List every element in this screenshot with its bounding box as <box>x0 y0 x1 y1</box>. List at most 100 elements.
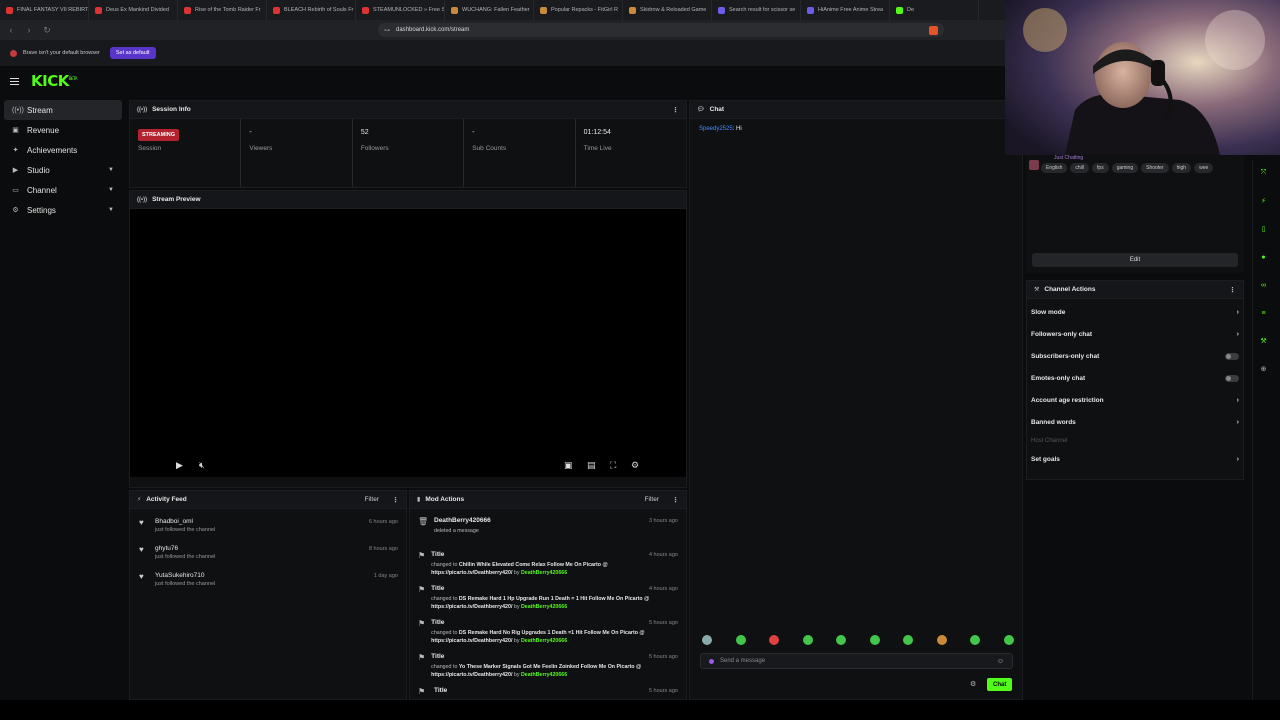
sidebar-item-revenue[interactable]: ▣ Revenue <box>4 120 122 140</box>
toggle-switch[interactable] <box>1225 374 1239 382</box>
chat-username[interactable]: Speedy2525 <box>699 126 733 132</box>
picarto-link[interactable]: https://picarto.tv/Deathberry420/ <box>431 638 512 644</box>
hamburger-menu-icon[interactable] <box>10 77 19 85</box>
sidebar-item-settings[interactable]: ⚙ Settings ▼ <box>4 200 122 220</box>
stream-tag[interactable]: Shooter <box>1141 163 1169 173</box>
browser-tab[interactable]: FINAL FANTASY VII REBIRT <box>0 0 89 20</box>
channel-action-slow-mode[interactable]: Slow mode › <box>1027 301 1243 323</box>
mic-icon[interactable] <box>709 658 714 664</box>
more-options-icon[interactable]: ⋮ <box>672 106 679 114</box>
chevron-right-icon[interactable]: › <box>1237 419 1239 426</box>
reload-icon[interactable]: ↻ <box>40 23 54 37</box>
forward-icon[interactable]: › <box>22 23 36 37</box>
stream-tag[interactable]: chill <box>1070 163 1090 173</box>
channel-action-host-channel[interactable]: Host Channel <box>1027 433 1243 448</box>
chevron-down-icon[interactable]: ▼ <box>108 167 114 173</box>
moderator-name[interactable]: DeathBerry420666 <box>521 672 567 678</box>
expand-icon[interactable]: ⤧ <box>1257 166 1271 180</box>
more-options-icon[interactable]: ⋮ <box>672 496 679 504</box>
browser-tab[interactable]: Deus Ex Mankind Divided <box>89 0 178 20</box>
browser-tab[interactable]: BLEACH Rebirth of Souls Fr <box>267 0 356 20</box>
moderator-name[interactable]: DeathBerry420666 <box>521 638 567 644</box>
set-default-button[interactable]: Set as default <box>109 47 156 59</box>
video-player[interactable]: ▶ 🔇︎ ▣ ▤ ⛶ ⚙ <box>130 209 686 477</box>
list-icon[interactable]: ≡ <box>1257 306 1271 320</box>
back-icon[interactable]: ‹ <box>4 23 18 37</box>
channel-action-set-goals[interactable]: Set goals › <box>1027 448 1243 470</box>
browser-tab[interactable]: Skidrow & Reloaded Game <box>623 0 712 20</box>
activity-filter-button[interactable]: Filter <box>365 496 379 503</box>
chat-input[interactable]: Send a message ☺ <box>700 653 1013 669</box>
emote-icon[interactable] <box>970 635 981 645</box>
stream-tag[interactable]: high <box>1171 163 1192 173</box>
edit-stream-info-button[interactable]: Edit <box>1032 253 1238 267</box>
more-options-icon[interactable]: ⋮ <box>1229 286 1236 294</box>
settings-gear-icon[interactable]: ⚙ <box>631 460 639 471</box>
chevron-right-icon[interactable]: › <box>1237 331 1239 338</box>
channel-action-banned-words[interactable]: Banned words › <box>1027 411 1243 433</box>
emote-icon[interactable] <box>769 635 780 645</box>
emote-icon[interactable] <box>802 635 813 645</box>
moderator-name[interactable]: DeathBerry420666 <box>521 570 567 576</box>
sidebar-item-achievements[interactable]: ✦ Achievements <box>4 140 122 160</box>
play-icon[interactable]: ▶ <box>176 460 183 471</box>
theater-mode-icon[interactable]: ▤ <box>587 460 596 471</box>
emote-icon[interactable] <box>735 635 746 645</box>
toggle-switch[interactable] <box>1225 352 1239 360</box>
stream-tag[interactable]: English <box>1041 163 1068 173</box>
kick-logo[interactable]: KICKBETA <box>31 72 77 90</box>
emote-icon[interactable] <box>702 635 712 645</box>
chat-settings-icon[interactable]: ⚙ <box>970 680 976 688</box>
mute-icon[interactable]: 🔇︎ <box>199 460 205 471</box>
stream-tag[interactable]: wee <box>1194 163 1214 173</box>
emoji-icon[interactable]: ☺ <box>997 658 1004 665</box>
picarto-link[interactable]: https://picarto.tv/Deathberry420/ <box>431 570 512 576</box>
browser-tab[interactable]: Rise of the Tomb Raider Fr <box>178 0 267 20</box>
browser-tab[interactable]: Search result for scissor se <box>712 0 801 20</box>
stream-tag[interactable]: gaming <box>1111 163 1139 173</box>
browser-tab[interactable]: WUCHANG: Fallen Feather <box>445 0 534 20</box>
document-icon[interactable]: ▯ <box>1257 222 1271 236</box>
chevron-right-icon[interactable]: › <box>1237 397 1239 404</box>
fullscreen-icon[interactable]: ⛶ <box>610 460 616 471</box>
site-info-icon[interactable]: ⊶ <box>384 27 390 34</box>
chevron-right-icon[interactable]: › <box>1237 309 1239 316</box>
channel-action-subscribers-only-chat[interactable]: Subscribers-only chat <box>1027 345 1243 367</box>
lightning-icon[interactable]: ⚡︎ <box>1257 194 1271 208</box>
link-icon[interactable]: ∞ <box>1257 278 1271 292</box>
add-widget-icon[interactable]: ⊕ <box>1257 362 1271 376</box>
chat-bubble-icon[interactable]: ● <box>1257 250 1271 264</box>
channel-action-emotes-only-chat[interactable]: Emotes-only chat <box>1027 367 1243 389</box>
category-label[interactable]: Just Chatting <box>1054 155 1083 161</box>
emote-icon[interactable] <box>869 635 880 645</box>
chevron-down-icon[interactable]: ▼ <box>108 207 114 213</box>
follower-name[interactable]: Bhadboi_oml <box>155 518 215 525</box>
browser-tab[interactable]: De <box>890 0 979 20</box>
browser-tab[interactable]: HiAnime Free Anime Strea <box>801 0 890 20</box>
emote-icon[interactable] <box>836 635 847 645</box>
sidebar-item-channel[interactable]: ▭ Channel ▼ <box>4 180 122 200</box>
more-options-icon[interactable]: ⋮ <box>392 496 399 504</box>
emote-icon[interactable] <box>903 635 914 645</box>
pip-icon[interactable]: ▣ <box>564 460 573 471</box>
browser-tab[interactable]: Popular Repacks - FitGirl R <box>534 0 623 20</box>
stream-tag[interactable]: fps <box>1092 163 1109 173</box>
channel-action-account-age-restriction[interactable]: Account age restriction › <box>1027 389 1243 411</box>
follower-name[interactable]: YutaSukehiro710 <box>155 572 215 579</box>
wrench-icon[interactable]: ⚒︎ <box>1257 334 1271 348</box>
follower-name[interactable]: ghytu76 <box>155 545 215 552</box>
picarto-link[interactable]: https://picarto.tv/Deathberry420/ <box>431 672 512 678</box>
chat-send-button[interactable]: Chat <box>987 678 1013 691</box>
moderator-name[interactable]: DeathBerry420666 <box>521 604 567 610</box>
mod-filter-button[interactable]: Filter <box>645 496 659 503</box>
sidebar-item-stream[interactable]: ((•)) Stream <box>4 100 122 120</box>
emote-icon[interactable] <box>1003 635 1014 645</box>
browser-tab[interactable]: STEAMUNLOCKED » Free S <box>356 0 445 20</box>
channel-action-followers-only-chat[interactable]: Followers-only chat › <box>1027 323 1243 345</box>
emote-icon[interactable] <box>936 635 947 645</box>
sidebar-item-studio[interactable]: ▶ Studio ▼ <box>4 160 122 180</box>
brave-shield-icon[interactable] <box>929 25 938 35</box>
chevron-down-icon[interactable]: ▼ <box>108 187 114 193</box>
url-field[interactable]: ⊶ dashboard.kick.com/stream <box>378 23 944 37</box>
chevron-right-icon[interactable]: › <box>1237 456 1239 463</box>
